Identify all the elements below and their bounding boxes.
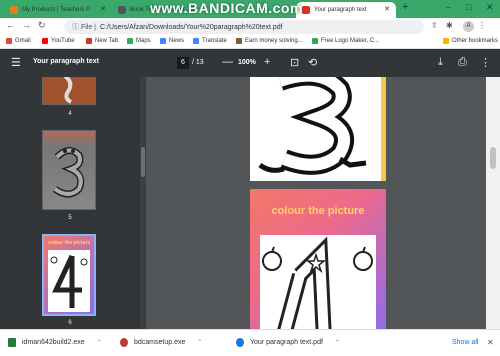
- tab-strip: My Products | Teachers P ✕ Book Title Ge…: [0, 0, 500, 18]
- tab-label: Your paragraph text: [314, 7, 367, 13]
- fit-page-icon[interactable]: ⊡: [290, 56, 299, 69]
- bookmark-new-tab[interactable]: New Tab: [86, 38, 118, 44]
- tab-your-paragraph-text[interactable]: Your paragraph text ✕: [296, 2, 396, 18]
- download-bar: idman642build2.exe ⌃ bdcamsetup.exe ⌃ Yo…: [0, 329, 500, 356]
- bookmark-news[interactable]: News: [160, 38, 184, 44]
- bookmark-translate[interactable]: Translate: [193, 38, 227, 44]
- number-4-drawing: [50, 254, 88, 308]
- rotate-icon[interactable]: ⟲: [308, 56, 317, 69]
- zoom-out-button[interactable]: —: [222, 56, 233, 68]
- bookmark-earn-money[interactable]: Earn money solving...: [236, 38, 303, 44]
- thumbnail-page-6[interactable]: colour the picture: [42, 234, 96, 316]
- page-number-input[interactable]: 6: [177, 57, 189, 69]
- tab-favicon-icon: [10, 6, 18, 14]
- close-icon[interactable]: ✕: [100, 5, 106, 13]
- extensions-icon[interactable]: ✱: [446, 21, 453, 30]
- bookmark-maps[interactable]: Maps: [127, 38, 151, 44]
- file-scheme-label: ⓘ File |: [72, 24, 96, 31]
- share-icon[interactable]: ⇪: [431, 21, 438, 30]
- close-icon[interactable]: ✕: [384, 5, 390, 13]
- address-bar-row: ← → ↻ ⓘ File | C:/Users/Afzan/Downloads/…: [0, 18, 500, 36]
- download-item[interactable]: idman642build2.exe ⌃: [8, 338, 102, 347]
- youtube-icon: [42, 38, 48, 44]
- url-text: C:/Users/Afzan/Downloads/Your%20paragrap…: [100, 23, 283, 31]
- zoom-level[interactable]: 100%: [238, 59, 256, 66]
- new-tab-button[interactable]: +: [402, 1, 408, 13]
- other-bookmarks[interactable]: Other bookmarks: [443, 38, 498, 44]
- tab-label: My Products | Teachers P: [22, 7, 91, 13]
- sidebar-menu-icon[interactable]: ☰: [11, 56, 21, 69]
- scrollbar-thumb[interactable]: [490, 147, 496, 169]
- menu-icon[interactable]: ⋮: [478, 21, 486, 30]
- new-tab-icon: [86, 38, 92, 44]
- download-icon[interactable]: ⤓: [438, 56, 443, 69]
- scrollbar-thumb[interactable]: [141, 147, 145, 177]
- show-all-button[interactable]: Show all: [452, 339, 478, 346]
- download-name: Your paragraph text.pdf: [250, 339, 323, 346]
- chevron-up-icon[interactable]: ⌃: [335, 339, 340, 346]
- coloring-sheet: [260, 235, 376, 329]
- thumbnail-page-4[interactable]: [42, 77, 96, 105]
- maps-icon: [127, 38, 133, 44]
- zoom-in-button[interactable]: +: [264, 56, 270, 68]
- reload-icon[interactable]: ↻: [38, 20, 46, 31]
- bookmarks-bar: Gmail YouTube New Tab Maps News Translat…: [0, 36, 500, 49]
- pdf-title: Your paragraph text: [33, 58, 99, 65]
- download-item[interactable]: bdcamsetup.exe ⌃: [120, 338, 202, 347]
- more-options-icon[interactable]: ⋮: [480, 56, 491, 69]
- number-3-drawing: [258, 77, 367, 175]
- bookmark-favicon-icon: [236, 38, 242, 44]
- pdf-viewer: colour the picture: [146, 77, 500, 329]
- thumbnail-label: 5: [68, 215, 72, 221]
- number-4-drawing: [262, 236, 373, 329]
- tab-favicon-icon: [118, 6, 126, 14]
- download-name: idman642build2.exe: [22, 339, 85, 346]
- chrome-icon: [236, 338, 244, 347]
- bandicam-watermark: www.BANDICAM.com: [150, 0, 303, 16]
- exe-file-icon: [8, 338, 16, 347]
- pdf-page-6: colour the picture: [250, 189, 386, 329]
- number-3-drawing: [52, 147, 85, 198]
- gmail-icon: [6, 38, 12, 44]
- page-heading: colour the picture: [271, 205, 365, 217]
- news-icon: [160, 38, 166, 44]
- bookmark-youtube[interactable]: YouTube: [42, 38, 75, 44]
- thumbnail-sheet: [48, 250, 90, 312]
- tab-my-products[interactable]: My Products | Teachers P ✕: [4, 2, 112, 18]
- thumbnail-sidebar: 4 5 colour the picture 6: [0, 77, 140, 329]
- folder-icon: [443, 38, 449, 44]
- thumbnail-label: 6: [68, 320, 72, 326]
- address-input[interactable]: ⓘ File | C:/Users/Afzan/Downloads/Your%2…: [64, 20, 424, 34]
- thumbnail-label: 4: [68, 111, 72, 117]
- pdf-favicon-icon: [302, 6, 310, 14]
- exe-file-icon: [120, 338, 128, 347]
- pdf-page-5: [250, 77, 386, 181]
- minimize-button[interactable]: –: [446, 2, 451, 12]
- close-window-button[interactable]: ✕: [486, 2, 494, 13]
- thumbnail-page-5[interactable]: [42, 130, 96, 210]
- bookmark-favicon-icon: [312, 38, 318, 44]
- viewer-scrollbar[interactable]: [486, 77, 500, 329]
- pdf-toolbar: ☰ Your paragraph text 6 / 13 — 100% + ⊡ …: [0, 49, 500, 77]
- back-icon[interactable]: ←: [6, 20, 15, 30]
- number-4-drawing: [63, 77, 73, 104]
- forward-icon[interactable]: →: [22, 20, 31, 30]
- translate-icon: [193, 38, 199, 44]
- close-icon[interactable]: ✕: [487, 338, 494, 347]
- download-item[interactable]: Your paragraph text.pdf ⌃: [236, 338, 340, 347]
- page-total: / 13: [192, 59, 204, 66]
- avatar[interactable]: A: [463, 21, 474, 32]
- print-icon[interactable]: ⎙: [458, 56, 467, 69]
- maximize-button[interactable]: □: [466, 2, 471, 12]
- thumbnail-heading: colour the picture: [47, 240, 91, 246]
- chevron-up-icon[interactable]: ⌃: [197, 339, 202, 346]
- chevron-up-icon[interactable]: ⌃: [97, 339, 102, 346]
- bookmark-free-logo-maker[interactable]: Free Logo Maker, C...: [312, 38, 379, 44]
- download-name: bdcamsetup.exe: [134, 339, 186, 346]
- bookmark-gmail[interactable]: Gmail: [6, 38, 31, 44]
